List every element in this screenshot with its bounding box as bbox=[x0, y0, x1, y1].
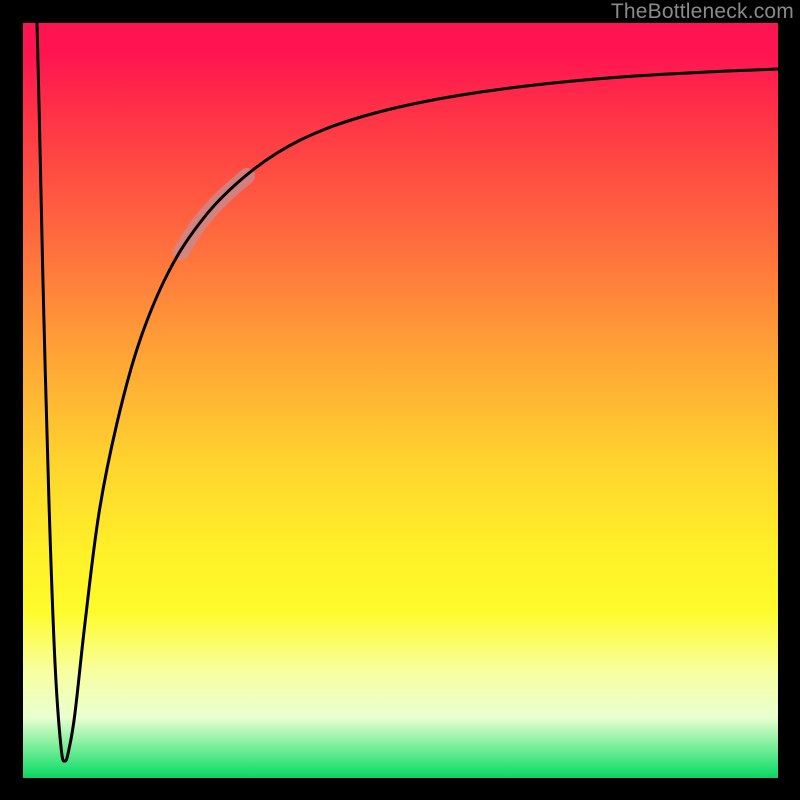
chart-frame: TheBottleneck.com bbox=[0, 0, 800, 800]
attribution-text: TheBottleneck.com bbox=[611, 0, 794, 24]
bottleneck-curve bbox=[37, 23, 778, 761]
plot-area bbox=[23, 23, 778, 778]
curve-layer bbox=[23, 23, 778, 778]
highlight-segment bbox=[181, 176, 247, 252]
